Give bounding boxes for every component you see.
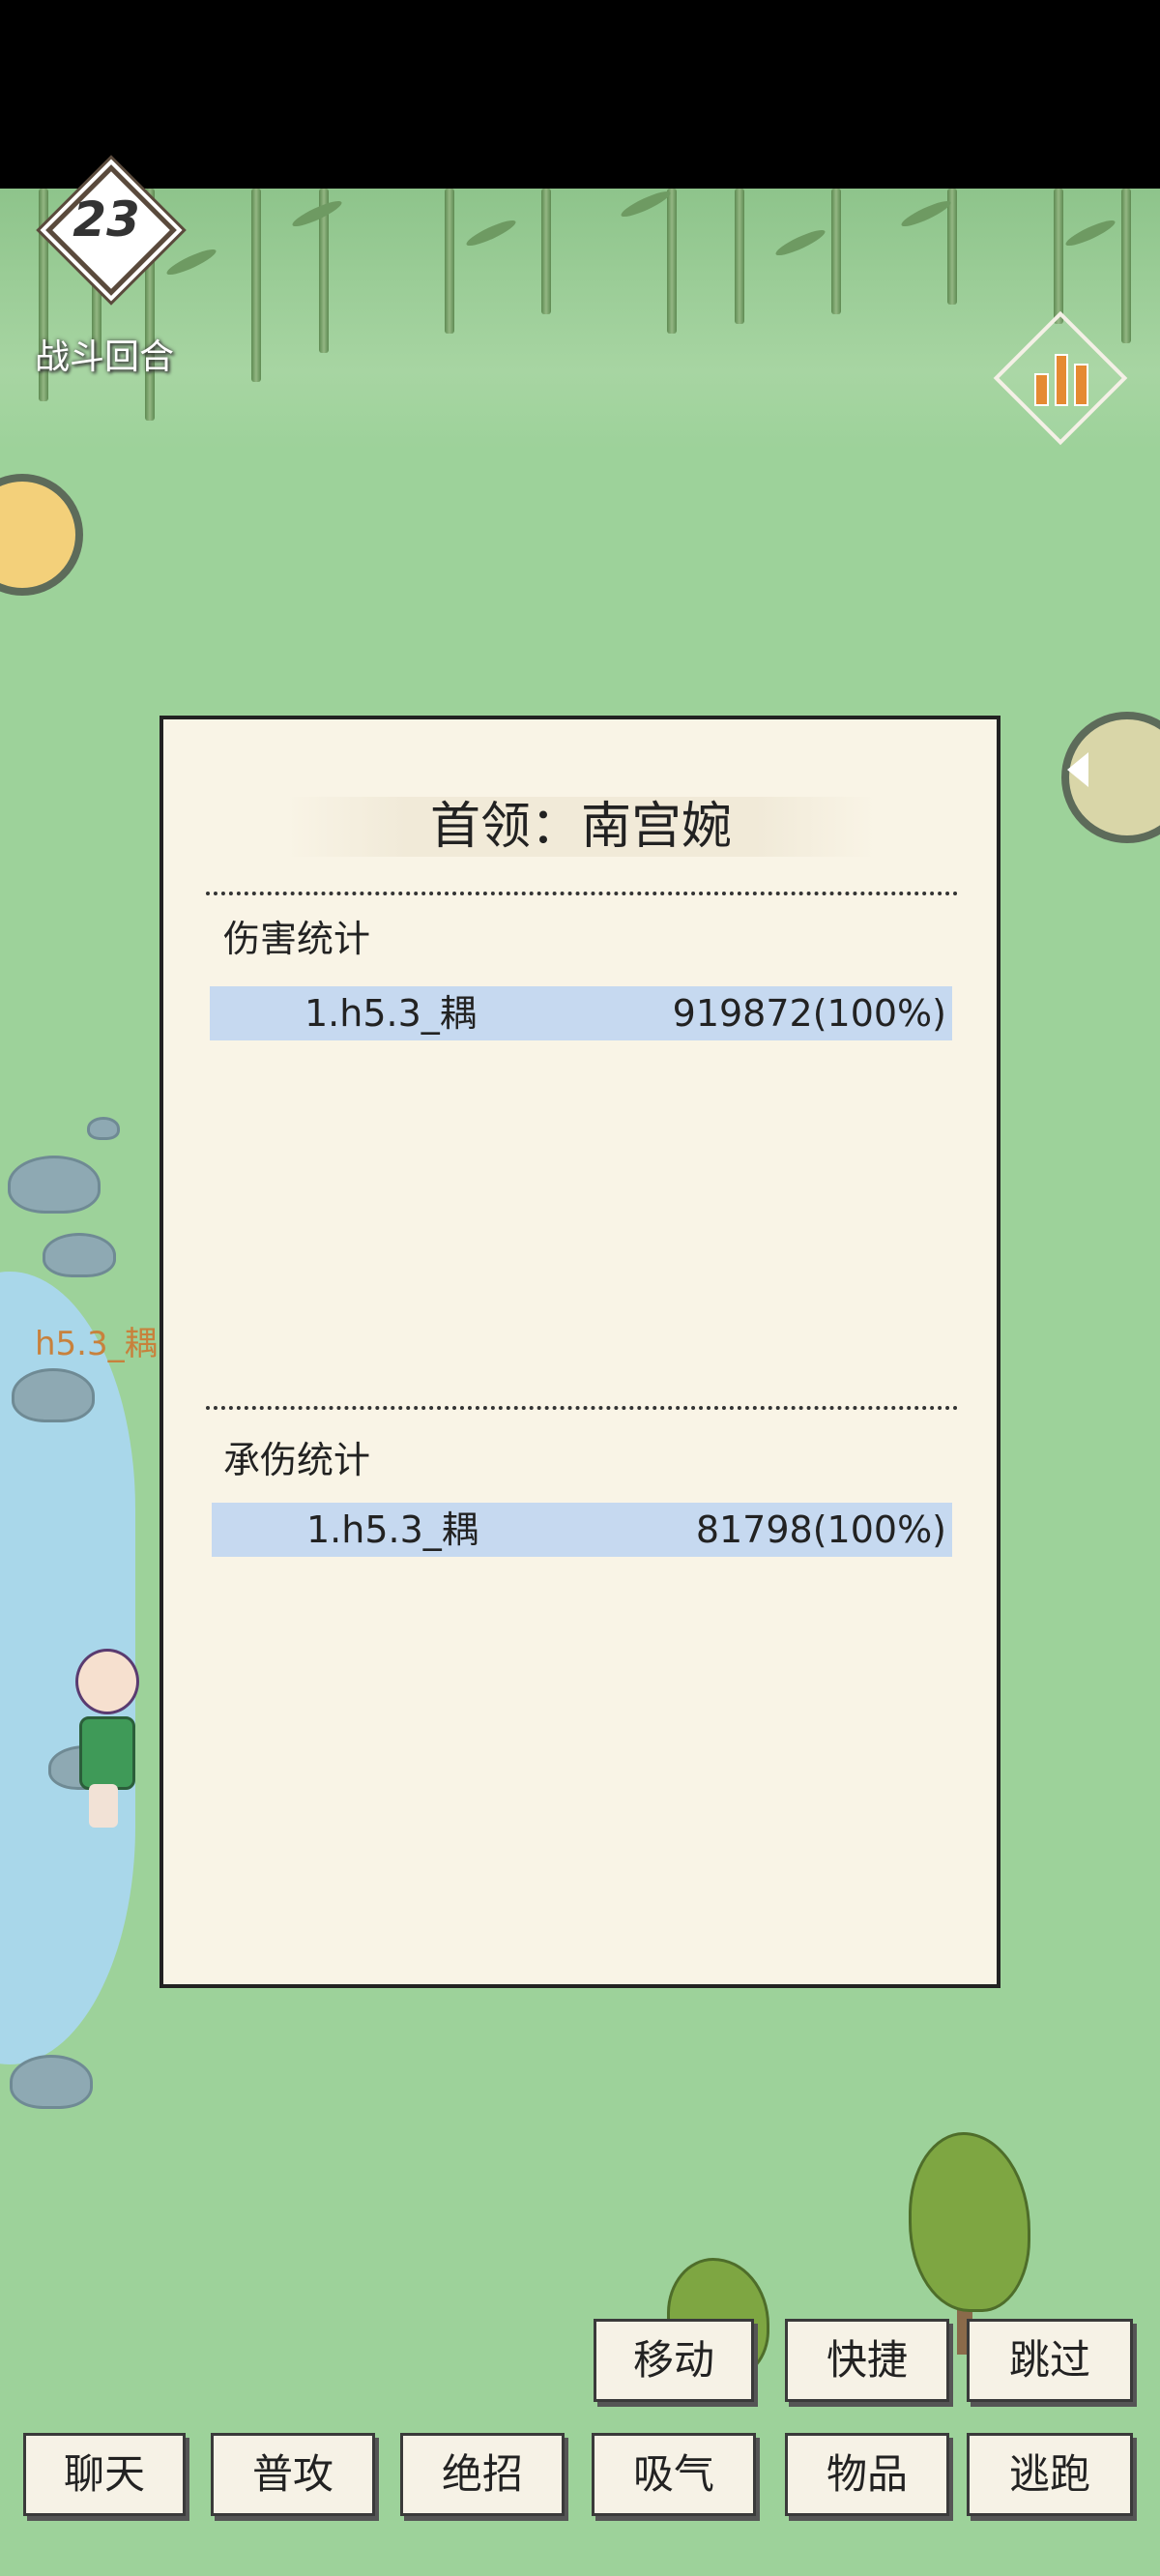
rock (10, 2055, 93, 2109)
taken-row-value: 81798(100%) (695, 1508, 946, 1551)
items-button[interactable]: 物品 (785, 2433, 949, 2516)
chat-button[interactable]: 聊天 (23, 2433, 186, 2516)
breathe-button[interactable]: 吸气 (592, 2433, 756, 2516)
rock (43, 1233, 116, 1277)
divider (206, 1406, 958, 1410)
skip-button[interactable]: 跳过 (967, 2319, 1133, 2402)
panel-title: 首领：南宫婉 (286, 797, 876, 857)
divider (206, 892, 958, 895)
damage-row: 1.h5.3_耦 919872(100%) (210, 986, 952, 1040)
battle-stats-panel: 首领：南宫婉 伤害统计 1.h5.3_耦 919872(100%) 承伤统计 1… (160, 716, 1000, 1988)
rock (8, 1156, 101, 1214)
move-button[interactable]: 移动 (594, 2319, 754, 2402)
damage-row-name: 1.h5.3_耦 (304, 992, 477, 1035)
arrow-left-icon[interactable] (1067, 752, 1088, 787)
character-name-label: h5.3_耦 (35, 1325, 158, 1363)
damage-stats-label: 伤害统计 (223, 918, 371, 960)
damage-row-value: 919872(100%) (672, 992, 946, 1035)
shortcut-button[interactable]: 快捷 (785, 2319, 949, 2402)
rock (12, 1368, 95, 1422)
taken-row: 1.h5.3_耦 81798(100%) (212, 1503, 952, 1557)
stats-chart-icon[interactable] (986, 310, 1131, 446)
player-character[interactable] (46, 1639, 153, 1832)
taken-row-name: 1.h5.3_耦 (306, 1508, 478, 1551)
status-bar-area (0, 0, 1160, 189)
taken-stats-label: 承伤统计 (223, 1439, 371, 1481)
attack-button[interactable]: 普攻 (211, 2433, 375, 2516)
round-label: 战斗回合 (35, 337, 175, 377)
round-badge-icon: 23 (44, 162, 177, 296)
rock (87, 1117, 120, 1140)
flee-button[interactable]: 逃跑 (967, 2433, 1133, 2516)
round-number: 23 (72, 191, 140, 248)
ultimate-button[interactable]: 绝招 (400, 2433, 565, 2516)
